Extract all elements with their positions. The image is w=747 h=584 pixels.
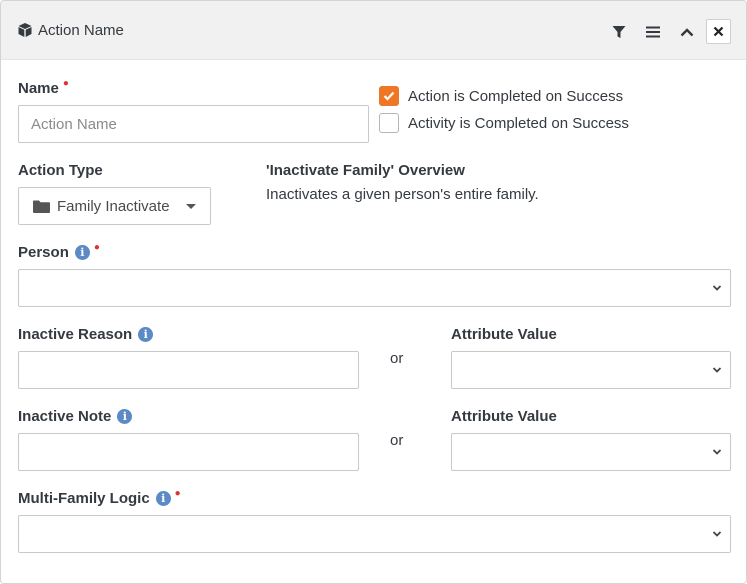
person-select[interactable] [18,269,731,307]
menu-icon [646,26,660,38]
workflow-action-panel: Action Name Name ● Action Name Action is… [0,0,747,584]
note-attribute-label-text: Attribute Value [451,408,557,425]
required-indicator: ● [174,488,181,499]
panel-title: Action Name [17,20,124,40]
info-icon[interactable]: i [74,245,90,260]
note-attribute-select[interactable] [451,433,731,471]
or-text: or [390,350,404,367]
inactive-reason-label-text: Inactive Reason [18,326,133,343]
inactive-note-input[interactable] [18,433,359,471]
required-indicator: ● [62,78,69,89]
action-completed-label: Action is Completed on Success [408,87,624,105]
inactive-reason-input[interactable] [18,351,359,389]
chevron-down-icon [712,285,722,291]
action-type-label: Action Type [18,162,103,179]
info-icon[interactable]: i [155,491,171,506]
multi-family-logic-label: Multi-Family Logic i ● [18,488,181,507]
chevron-down-icon [712,531,722,537]
reason-attribute-select[interactable] [451,351,731,389]
inactive-note-label-text: Inactive Note [18,408,112,425]
check-icon [383,91,395,101]
cube-icon [18,23,32,37]
note-attribute-label: Attribute Value [451,408,557,425]
chevron-down-icon [712,367,722,373]
overview-title: 'Inactivate Family' Overview [266,162,465,179]
chevron-down-icon [712,449,722,455]
overview-text: Inactivates a given person's entire fami… [266,186,539,203]
activity-completed-label: Activity is Completed on Success [408,114,629,132]
action-name-input[interactable] [18,105,369,143]
panel-title-text: Action Name [38,21,124,39]
action-type-label-text: Action Type [18,162,103,179]
action-type-value: Family Inactivate [57,197,170,215]
chevron-up-icon [680,28,694,37]
checkbox-checked[interactable] [379,86,399,106]
action-type-dropdown[interactable]: Family Inactivate [18,187,211,225]
activity-completed-checkbox[interactable]: Activity is Completed on Success [379,113,629,133]
checkbox-unchecked[interactable] [379,113,399,133]
or-text: or [390,432,404,449]
inactive-reason-label: Inactive Reason i [18,326,154,343]
filter-button[interactable] [607,20,631,44]
collapse-button[interactable] [675,20,699,44]
folder-icon [33,200,50,213]
person-label-text: Person [18,244,69,261]
multi-family-logic-select[interactable] [18,515,731,553]
close-icon [713,26,724,37]
reason-attribute-label: Attribute Value [451,326,557,343]
inactive-note-label: Inactive Note i [18,408,133,425]
required-indicator: ● [93,242,100,253]
person-label: Person i ● [18,242,100,261]
menu-button[interactable] [641,20,665,44]
panel-header[interactable]: Action Name [1,1,746,60]
caret-down-icon [186,204,196,209]
info-icon[interactable]: i [138,327,154,342]
info-icon[interactable]: i [117,409,133,424]
reason-attribute-label-text: Attribute Value [451,326,557,343]
multi-family-logic-label-text: Multi-Family Logic [18,490,150,507]
name-label: Name ● [18,78,69,97]
filter-icon [612,26,626,38]
action-completed-checkbox[interactable]: Action is Completed on Success [379,86,623,106]
close-button[interactable] [706,19,731,44]
name-label-text: Name [18,80,59,97]
